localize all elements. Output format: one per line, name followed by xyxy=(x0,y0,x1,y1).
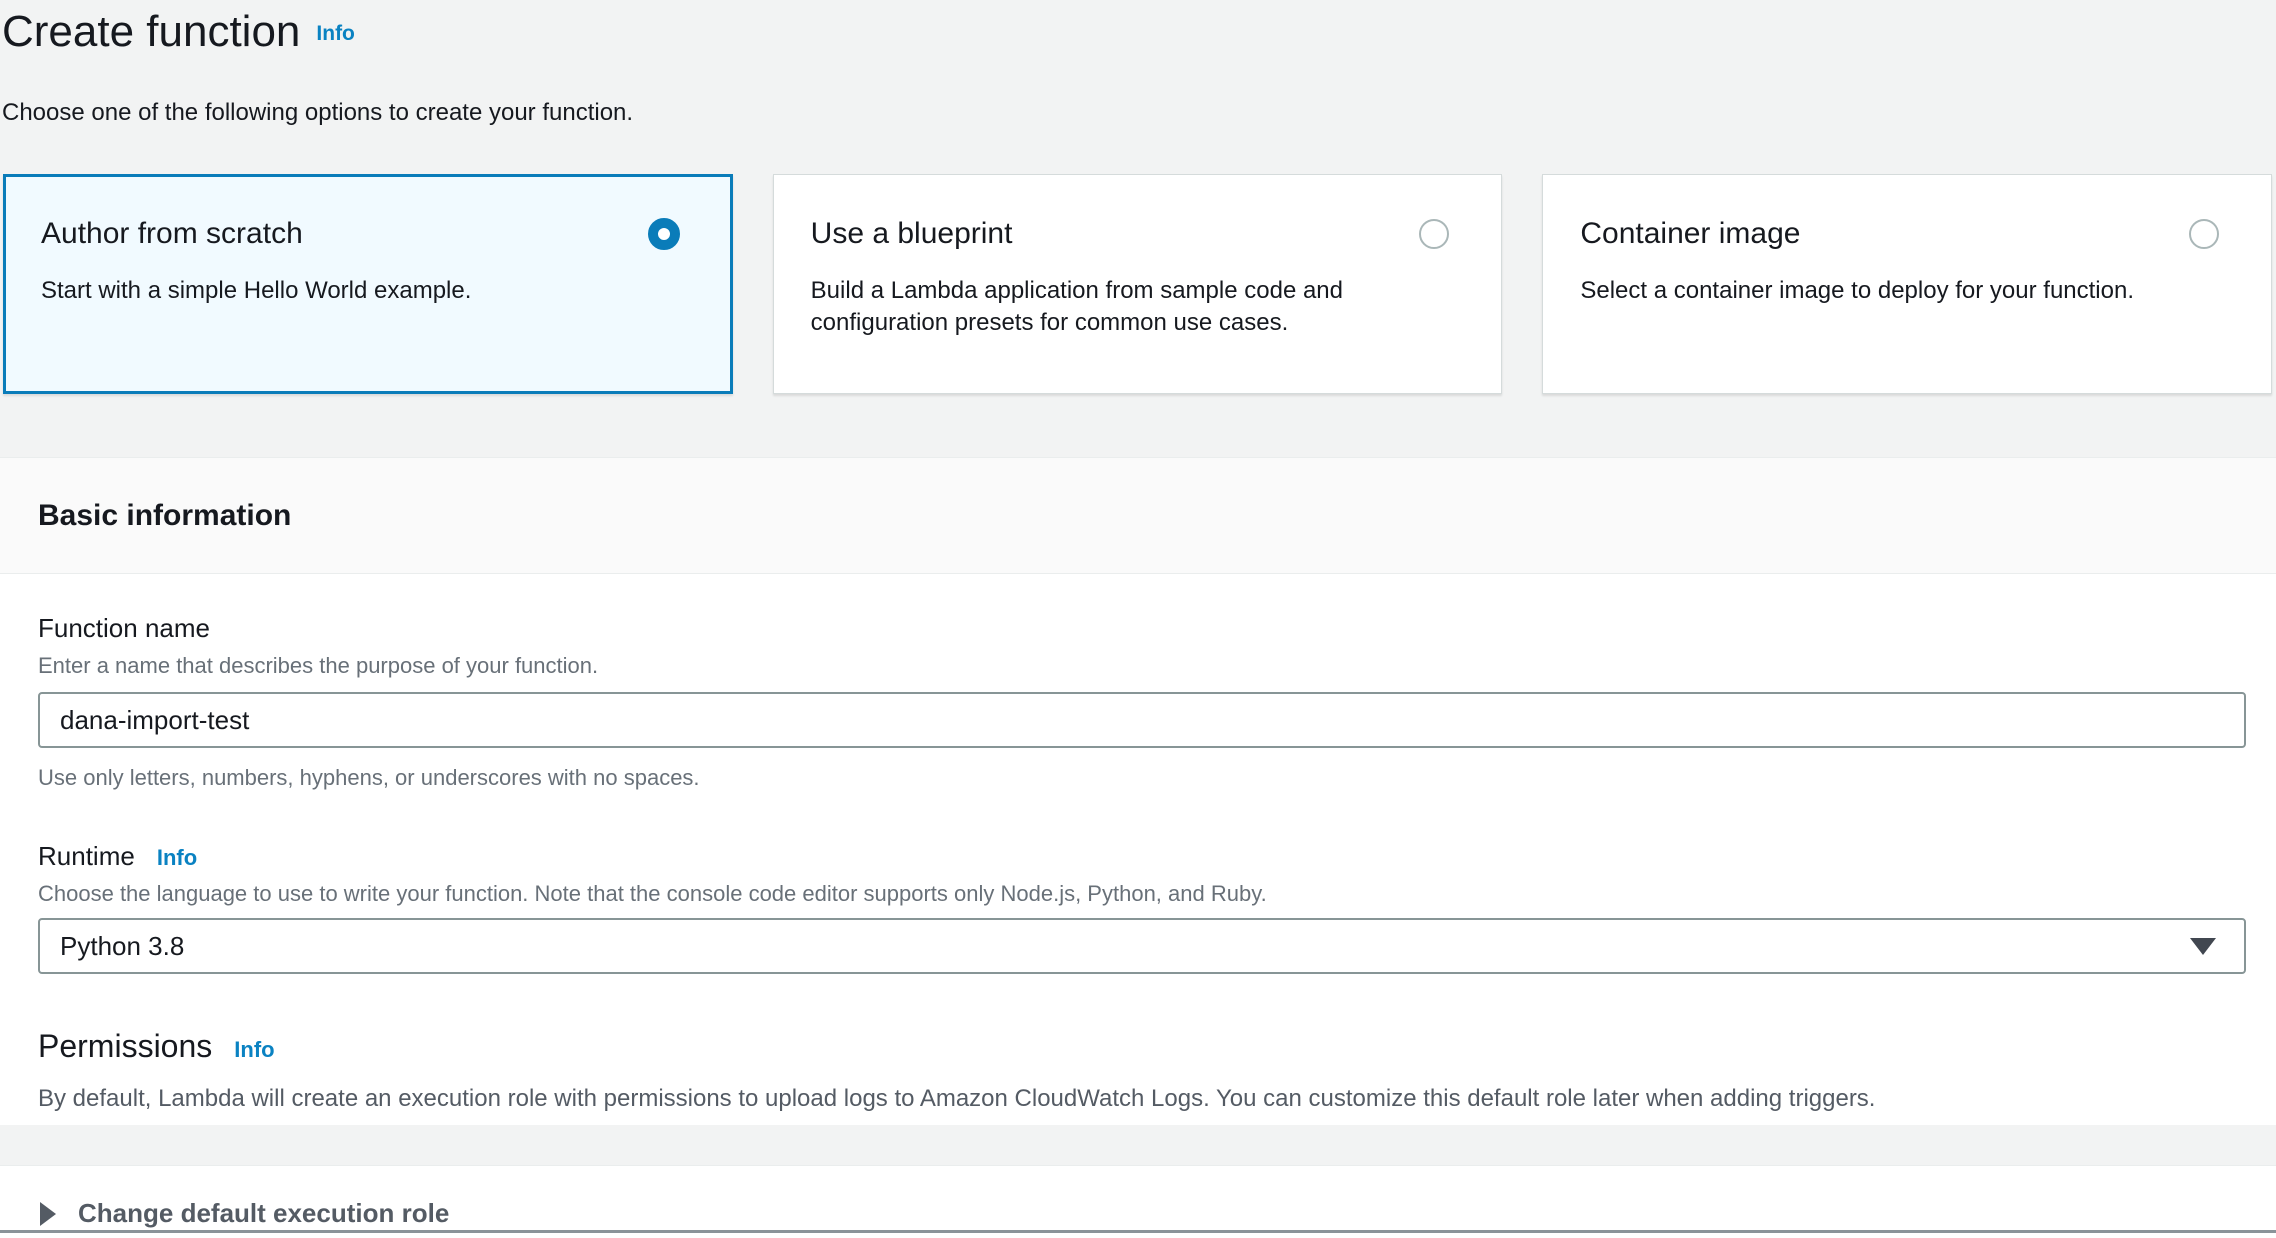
option-card-description: Start with a simple Hello World example. xyxy=(41,275,661,307)
basic-information-panel-body: Function name Enter a name that describe… xyxy=(0,574,2276,1125)
option-card-title: Use a blueprint xyxy=(811,215,1013,253)
radio-container-image[interactable] xyxy=(2189,219,2219,249)
change-default-execution-role-expander[interactable]: Change default execution role xyxy=(0,1166,2276,1238)
option-card-description: Select a container image to deploy for y… xyxy=(1580,275,2200,307)
card-top-row: Author from scratch xyxy=(41,215,692,253)
caret-right-icon xyxy=(40,1202,56,1226)
permissions-info-link[interactable]: Info xyxy=(234,1037,274,1063)
option-card-use-a-blueprint[interactable]: Use a blueprint Build a Lambda applicati… xyxy=(773,174,1503,394)
permissions-section: Permissions Info By default, Lambda will… xyxy=(38,1026,2246,1114)
option-card-description: Build a Lambda application from sample c… xyxy=(811,275,1431,339)
permissions-description: By default, Lambda will create an execut… xyxy=(38,1084,2246,1114)
chevron-down-icon xyxy=(2190,938,2216,955)
function-name-description: Enter a name that describes the purpose … xyxy=(38,652,2246,680)
runtime-field: Runtime Info Choose the language to use … xyxy=(38,840,2246,974)
creation-option-cards: Author from scratch Start with a simple … xyxy=(3,174,2272,394)
basic-information-panel-header: Basic information xyxy=(0,457,2276,574)
page-header: Create function Info Choose one of the fo… xyxy=(0,0,2276,128)
basic-information-heading: Basic information xyxy=(38,499,291,533)
expander-label: Change default execution role xyxy=(78,1198,449,1229)
function-name-input[interactable] xyxy=(38,692,2246,748)
option-card-title: Container image xyxy=(1580,215,1800,253)
option-card-container-image[interactable]: Container image Select a container image… xyxy=(1542,174,2272,394)
radio-use-a-blueprint[interactable] xyxy=(1419,219,1449,249)
below-divider-space xyxy=(0,1233,2276,1238)
runtime-selected-value: Python 3.8 xyxy=(60,931,184,962)
permissions-heading: Permissions xyxy=(38,1026,212,1066)
function-name-label: Function name xyxy=(38,612,2246,644)
runtime-select[interactable]: Python 3.8 xyxy=(38,918,2246,974)
page-subtitle: Choose one of the following options to c… xyxy=(2,98,2246,128)
runtime-description: Choose the language to use to write your… xyxy=(38,880,2246,908)
card-top-row: Container image xyxy=(1580,215,2231,253)
create-function-info-link[interactable]: Info xyxy=(316,22,354,45)
function-name-field: Function name Enter a name that describe… xyxy=(38,612,2246,792)
card-top-row: Use a blueprint xyxy=(811,215,1462,253)
page-title-text: Create function xyxy=(2,7,300,56)
option-card-author-from-scratch[interactable]: Author from scratch Start with a simple … xyxy=(3,174,733,394)
option-card-title: Author from scratch xyxy=(41,215,303,253)
radio-author-from-scratch[interactable] xyxy=(648,218,680,250)
runtime-label-row: Runtime Info xyxy=(38,840,2246,872)
runtime-label: Runtime xyxy=(38,840,135,872)
basic-information-panel: Basic information Function name Enter a … xyxy=(0,457,2276,1238)
page-title: Create function Info xyxy=(2,6,2246,60)
runtime-info-link[interactable]: Info xyxy=(157,845,197,871)
function-name-constraint: Use only letters, numbers, hyphens, or u… xyxy=(38,764,2246,792)
permissions-heading-row: Permissions Info xyxy=(38,1026,2246,1066)
